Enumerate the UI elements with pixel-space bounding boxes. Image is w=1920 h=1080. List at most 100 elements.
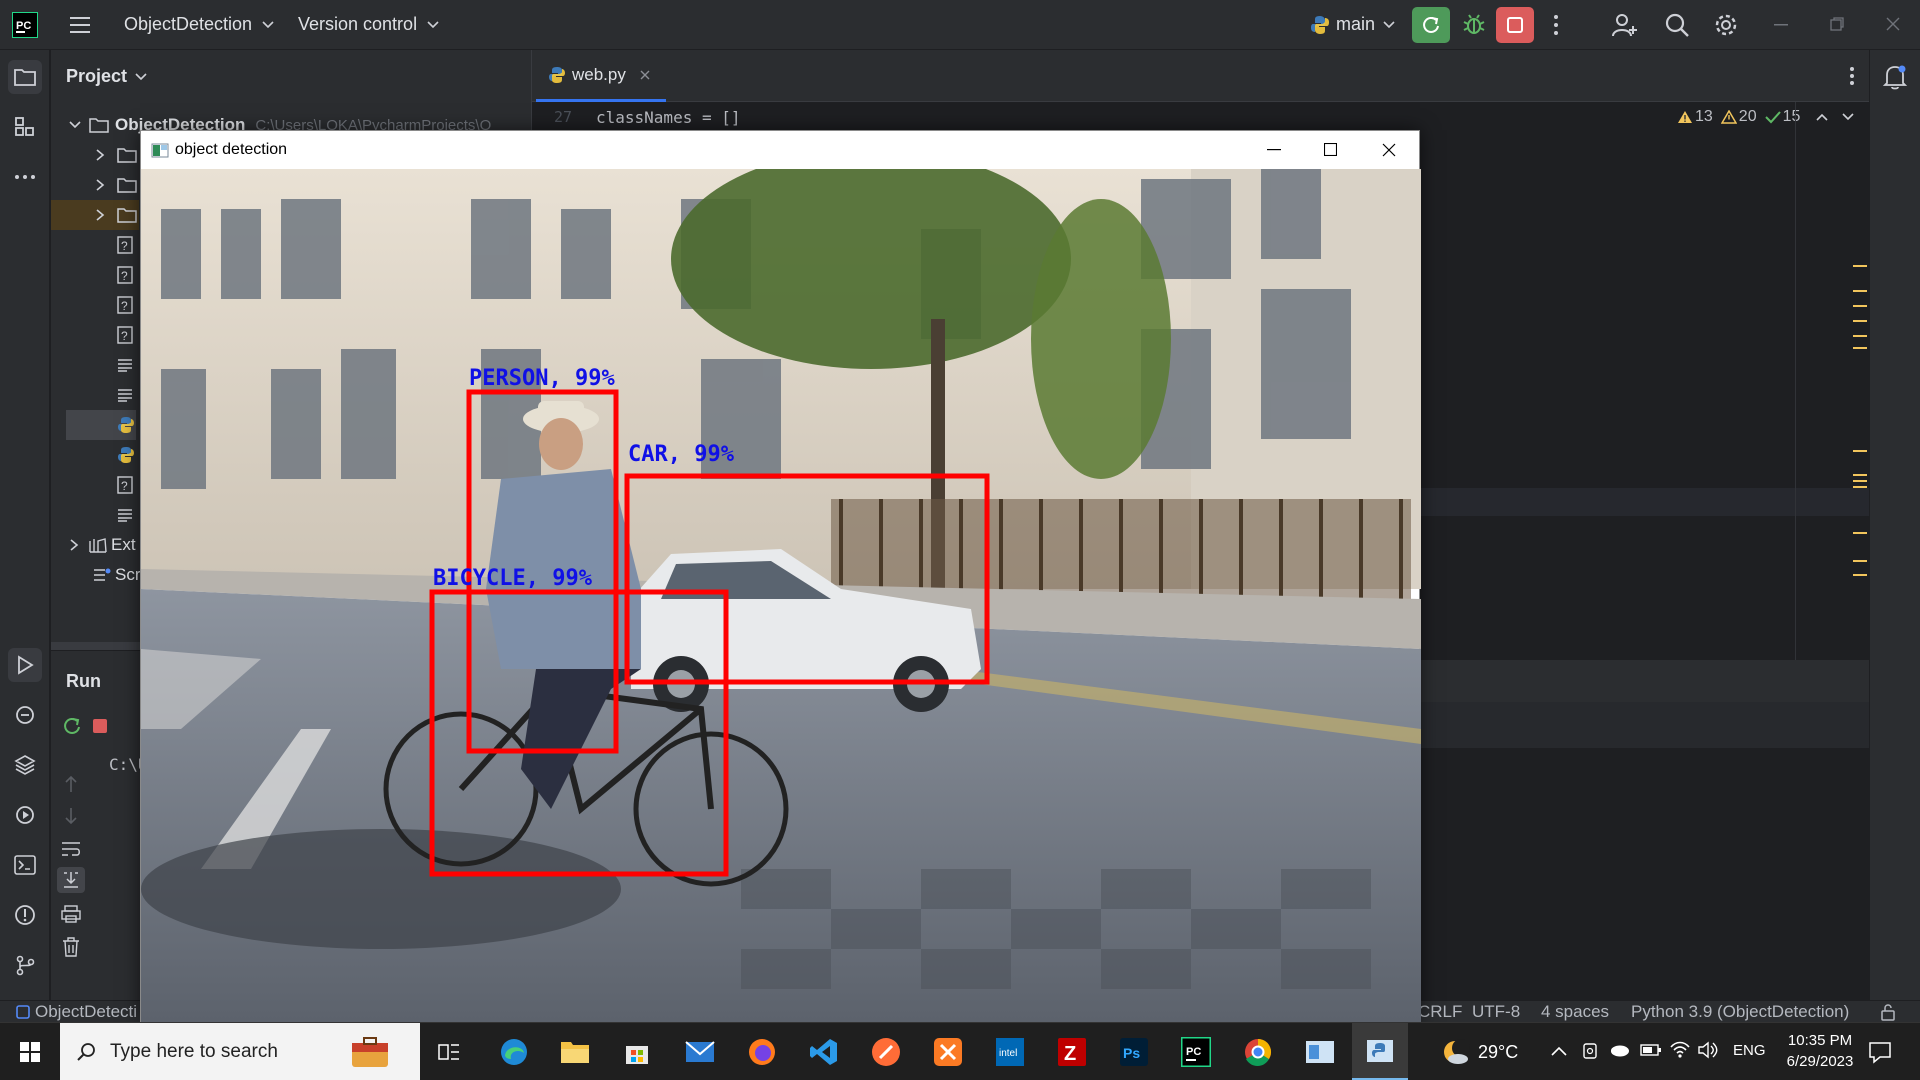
weather-widget[interactable]: 29°C bbox=[1440, 1037, 1518, 1067]
maximize-icon[interactable] bbox=[1324, 143, 1337, 156]
more-tools-icon[interactable] bbox=[8, 160, 42, 194]
rerun-icon[interactable] bbox=[62, 716, 82, 736]
trash-icon[interactable] bbox=[62, 937, 80, 962]
volume-icon[interactable] bbox=[1697, 1040, 1719, 1065]
search-icon[interactable] bbox=[1664, 12, 1690, 38]
close-icon[interactable] bbox=[1382, 143, 1396, 157]
tree-file[interactable] bbox=[117, 500, 133, 530]
main-menu-icon[interactable] bbox=[68, 14, 92, 36]
horizontal-scrollbar[interactable] bbox=[51, 642, 141, 650]
taskbar-search-box[interactable]: Type here to search bbox=[60, 1023, 420, 1080]
settings-gear-icon[interactable] bbox=[1713, 12, 1739, 38]
more-actions-icon[interactable] bbox=[1552, 13, 1560, 37]
notifications-bell-icon[interactable] bbox=[1882, 64, 1908, 95]
scroll-to-end-icon[interactable] bbox=[57, 867, 85, 893]
file-explorer-icon[interactable] bbox=[555, 1032, 595, 1072]
language-indicator[interactable]: ENG bbox=[1733, 1042, 1766, 1059]
tree-file[interactable]: ? bbox=[117, 470, 133, 500]
tree-file[interactable] bbox=[117, 380, 133, 410]
tree-file[interactable]: ? bbox=[117, 260, 133, 290]
add-user-icon[interactable] bbox=[1612, 12, 1638, 38]
terminal-icon[interactable] bbox=[8, 848, 42, 882]
tree-file[interactable]: ? bbox=[117, 320, 133, 350]
python-console-icon[interactable] bbox=[8, 698, 42, 732]
inspection-widget[interactable]: 13 20 15 bbox=[1677, 108, 1854, 126]
print-icon[interactable] bbox=[61, 905, 81, 928]
soft-wrap-icon[interactable] bbox=[61, 841, 81, 862]
scroll-up-icon[interactable] bbox=[63, 775, 79, 798]
debug-button[interactable] bbox=[1462, 12, 1486, 36]
rerun-button[interactable] bbox=[1412, 7, 1450, 43]
store-icon[interactable] bbox=[617, 1032, 657, 1072]
tree-scratches[interactable]: Scr bbox=[93, 560, 141, 590]
edge-icon[interactable] bbox=[494, 1032, 534, 1072]
close-tab-icon[interactable] bbox=[640, 70, 650, 80]
onedrive-icon[interactable] bbox=[1608, 1043, 1630, 1062]
project-switcher[interactable]: ObjectDetection bbox=[124, 14, 274, 35]
problems-icon[interactable] bbox=[8, 898, 42, 932]
error-stripe[interactable] bbox=[1853, 265, 1867, 395]
start-button[interactable] bbox=[10, 1032, 50, 1072]
structure-tool-icon[interactable] bbox=[8, 110, 42, 144]
tree-file[interactable] bbox=[117, 350, 133, 380]
error-stripe-lower[interactable] bbox=[1853, 450, 1867, 630]
tree-file[interactable]: ? bbox=[117, 290, 133, 320]
project-tool-icon[interactable] bbox=[8, 60, 42, 94]
battery-icon[interactable] bbox=[1640, 1043, 1662, 1062]
mail-icon[interactable] bbox=[680, 1032, 720, 1072]
clock[interactable]: 10:35 PM 6/29/2023 bbox=[1780, 1030, 1860, 1072]
tab-web-py[interactable]: web.py bbox=[536, 50, 666, 102]
firefox-icon[interactable] bbox=[742, 1032, 782, 1072]
run-config-selector[interactable]: main bbox=[1310, 14, 1395, 35]
git-icon[interactable] bbox=[8, 948, 42, 982]
tree-folder[interactable] bbox=[95, 140, 137, 170]
filezilla-icon[interactable]: Z bbox=[1052, 1032, 1092, 1072]
project-panel-header[interactable]: Project bbox=[66, 66, 147, 87]
minimize-window-icon[interactable] bbox=[1774, 24, 1788, 26]
task-view-icon[interactable] bbox=[429, 1032, 469, 1072]
tree-file[interactable] bbox=[117, 440, 135, 470]
meet-now-icon[interactable] bbox=[1582, 1041, 1600, 1066]
file-encoding[interactable]: UTF-8 bbox=[1472, 1002, 1520, 1022]
postman-icon[interactable] bbox=[866, 1032, 906, 1072]
intel-icon[interactable]: intel bbox=[990, 1032, 1030, 1072]
control-panel-icon[interactable] bbox=[1300, 1032, 1340, 1072]
chevron-up-icon[interactable] bbox=[1816, 113, 1828, 121]
stop-button[interactable] bbox=[1496, 7, 1534, 43]
chrome-icon[interactable] bbox=[1238, 1032, 1278, 1072]
xampp-icon[interactable] bbox=[928, 1032, 968, 1072]
tree-external-libraries[interactable]: Ext bbox=[69, 530, 136, 560]
code-line[interactable]: classNames = [] bbox=[596, 108, 741, 127]
minimize-icon[interactable] bbox=[1267, 149, 1281, 151]
indent-setting[interactable]: 4 spaces bbox=[1541, 1002, 1609, 1022]
breadcrumb[interactable]: ObjectDetecti bbox=[16, 1002, 137, 1022]
tree-folder-excluded[interactable] bbox=[51, 200, 139, 230]
vscode-icon[interactable] bbox=[804, 1032, 844, 1072]
tab-options-icon[interactable] bbox=[1849, 66, 1855, 91]
python-app-taskbar-icon[interactable] bbox=[1352, 1023, 1408, 1080]
pycharm-taskbar-icon[interactable]: PC bbox=[1176, 1032, 1216, 1072]
python-packages-icon[interactable] bbox=[8, 748, 42, 782]
popup-titlebar[interactable]: object detection bbox=[141, 131, 1419, 169]
interpreter[interactable]: Python 3.9 (ObjectDetection) bbox=[1631, 1002, 1849, 1022]
pycharm-logo-icon[interactable]: PC bbox=[12, 12, 38, 38]
services-icon[interactable] bbox=[8, 798, 42, 832]
folder-icon bbox=[117, 147, 137, 163]
notification-center-icon[interactable] bbox=[1868, 1040, 1892, 1069]
scroll-down-icon[interactable] bbox=[63, 807, 79, 830]
chevron-up-icon[interactable] bbox=[1551, 1043, 1567, 1061]
stop-icon[interactable] bbox=[92, 718, 108, 734]
vcs-menu[interactable]: Version control bbox=[298, 14, 439, 35]
photoshop-icon[interactable]: Ps bbox=[1114, 1032, 1154, 1072]
wifi-icon[interactable] bbox=[1669, 1039, 1691, 1064]
tree-file-selected[interactable] bbox=[66, 410, 136, 440]
ok-count: 15 bbox=[1782, 108, 1801, 125]
restore-window-icon[interactable] bbox=[1830, 17, 1844, 31]
run-tool-icon[interactable] bbox=[8, 648, 42, 682]
chevron-down-icon[interactable] bbox=[1842, 113, 1854, 121]
line-separator[interactable]: CRLF bbox=[1418, 1002, 1462, 1022]
close-window-icon[interactable] bbox=[1886, 17, 1900, 31]
tree-file[interactable]: ? bbox=[117, 230, 133, 260]
object-detection-window[interactable]: object detection PERSON, 99% CAR, 99% BI… bbox=[140, 130, 1421, 1023]
tree-folder[interactable] bbox=[95, 170, 137, 200]
